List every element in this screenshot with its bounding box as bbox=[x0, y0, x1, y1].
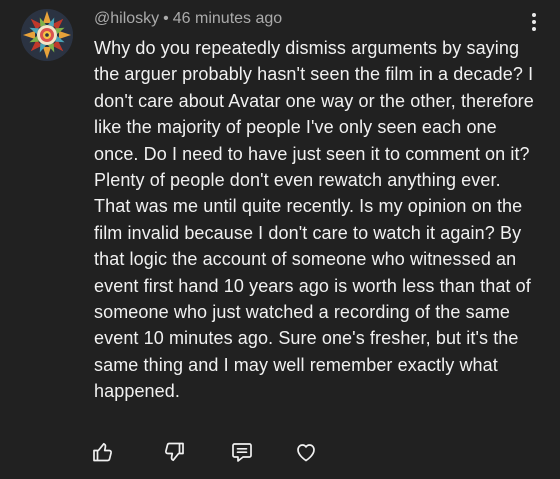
dislike-button[interactable] bbox=[162, 440, 186, 464]
comment-icon bbox=[232, 443, 252, 462]
thumbs-down-icon bbox=[164, 442, 184, 462]
heart-button[interactable] bbox=[294, 440, 318, 464]
meta-separator: • bbox=[163, 10, 169, 27]
comment: @hilosky • 46 minutes ago Why do you repea… bbox=[0, 0, 560, 479]
heart-icon bbox=[297, 444, 315, 462]
reply-button[interactable] bbox=[230, 440, 254, 464]
timestamp[interactable]: 46 minutes ago bbox=[173, 10, 282, 27]
comment-meta: @hilosky • 46 minutes ago bbox=[94, 9, 282, 29]
more-vertical-icon[interactable] bbox=[530, 13, 538, 37]
comment-text: Why do you repeatedly dismiss arguments … bbox=[94, 38, 534, 402]
like-button[interactable] bbox=[91, 440, 115, 464]
mandala-avatar-icon[interactable] bbox=[21, 9, 73, 61]
author-name[interactable]: @hilosky bbox=[94, 10, 159, 27]
thumbs-up-icon bbox=[93, 442, 113, 462]
